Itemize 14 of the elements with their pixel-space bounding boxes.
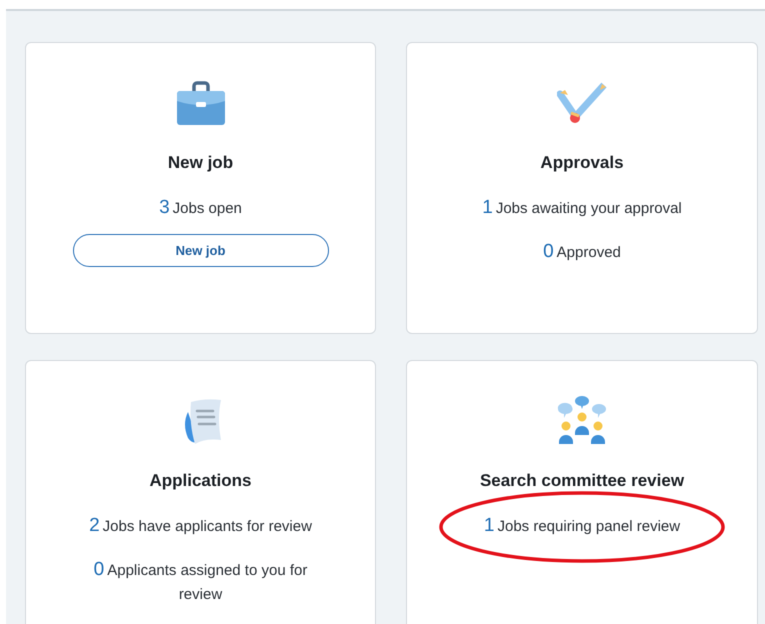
people-discussion-icon (556, 395, 608, 447)
stat-text: 0 Approved (543, 244, 621, 261)
stat-text: 1 Jobs awaiting your approval (482, 200, 682, 217)
card-title: Approvals (540, 152, 624, 174)
card-title: Search committee review (480, 470, 684, 492)
stat-text: 0 Applicants assigned to you for review (94, 562, 308, 603)
pencils-checkmark-icon (557, 82, 607, 124)
card-title: Applications (149, 470, 252, 492)
briefcase-icon (176, 80, 226, 126)
card-title: New job (168, 152, 234, 174)
stat-text: 2 Jobs have applicants for review (89, 518, 312, 535)
stat-text: 1 Jobs requiring panel review (484, 518, 680, 535)
stat-text: 3 Jobs open (159, 200, 242, 217)
new-job-button[interactable]: New job (72, 234, 328, 267)
